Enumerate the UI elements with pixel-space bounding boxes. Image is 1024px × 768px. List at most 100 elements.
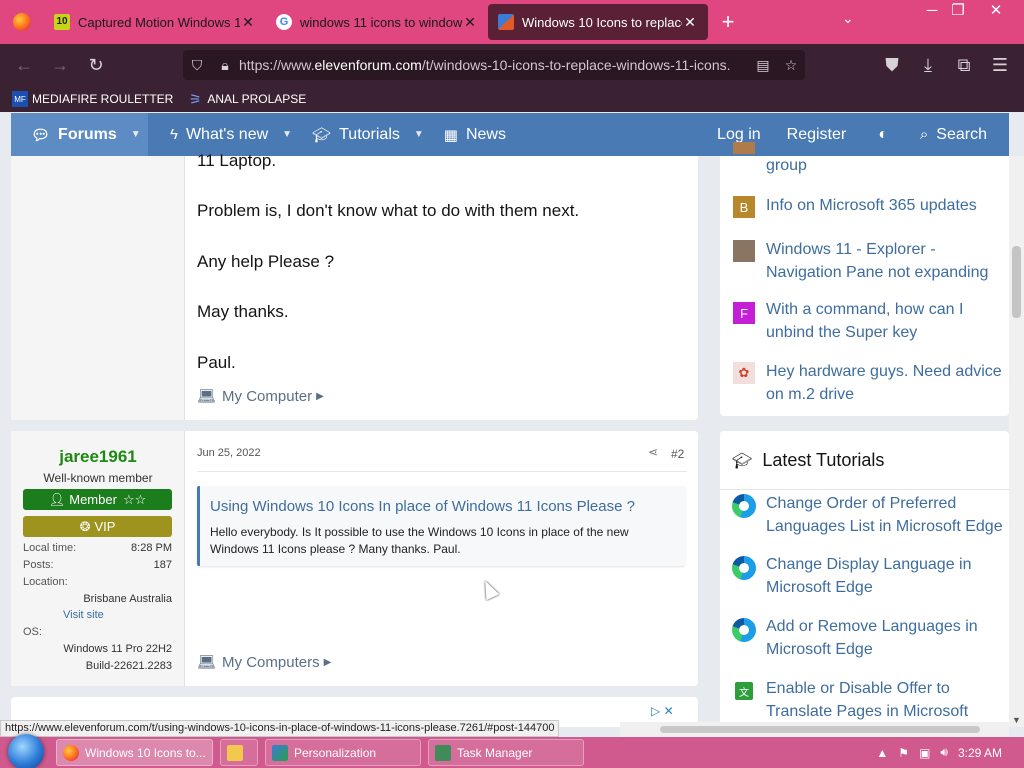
new-tab-button[interactable]: + — [708, 9, 748, 35]
scrollbar-thumb[interactable] — [1012, 246, 1021, 318]
latest-tutorials-header: 🎓︎ Latest Tutorials — [732, 450, 884, 471]
thread-title[interactable]: group — [766, 154, 1006, 177]
bookmarks-toolbar: MF MEDIAFIRE ROULETTER ⚞ ANAL PROLAPSE — [0, 86, 1024, 112]
shield-icon[interactable]: ⛉ — [183, 57, 211, 74]
task-manager-icon — [435, 744, 451, 761]
graduation-cap-icon: 🎓︎ — [312, 126, 332, 144]
taskbar-personalization[interactable]: Personalization — [265, 739, 421, 766]
post-message: 11 Laptop. Problem is, I don't know what… — [11, 151, 698, 420]
downloads-icon[interactable]: ⤓ — [910, 47, 946, 83]
url-prefix: https://www. — [239, 57, 315, 73]
back-icon[interactable]: ← — [6, 47, 42, 83]
reload-icon[interactable]: ↻ — [78, 47, 114, 83]
my-computers-toggle[interactable]: 💻︎ My Computers ▶ — [197, 653, 331, 672]
flag-icon[interactable]: ⚑ — [898, 746, 909, 760]
thread-title[interactable]: Hey hardware guys. Need advice on m.2 dr… — [766, 360, 1006, 406]
nav-forums[interactable]: 💬︎ Forums ▼ — [11, 113, 148, 156]
extensions-icon[interactable]: ⧉ — [946, 47, 982, 83]
caret-right-icon: ▶ — [316, 390, 324, 402]
tab-captured-motion[interactable]: 10 Captured Motion Windows 10 I ✕ — [44, 4, 266, 40]
pocket-icon[interactable]: ⛊ — [874, 47, 910, 83]
close-window-icon[interactable]: ✕ — [978, 0, 1014, 24]
bookmark-mediafire[interactable]: MF MEDIAFIRE ROULETTER — [12, 91, 173, 107]
network-icon[interactable]: ▣ — [919, 746, 930, 760]
thread-title[interactable]: Windows 11 - Explorer - Navigation Pane … — [766, 238, 1006, 284]
scroll-down-icon[interactable]: ▼ — [1009, 715, 1024, 725]
nav-tutorials[interactable]: 🎓︎ Tutorials ▼ — [302, 113, 434, 156]
elevenforum-favicon-icon — [498, 14, 514, 30]
site-navigation: 💬︎ Forums ▼ ϟ What's new ▼ 🎓︎ Tutorials … — [11, 113, 1009, 156]
visit-site-link[interactable]: Visit site — [63, 609, 212, 621]
my-computer-label: My Computer — [222, 387, 313, 405]
google-icon: G — [276, 14, 292, 30]
forward-icon[interactable]: → — [42, 47, 78, 83]
banner-label: Member — [69, 492, 117, 507]
taskbar-firefox[interactable]: Windows 10 Icons to... — [56, 739, 213, 766]
system-tray: ▲ ⚑ ▣ 🔊︎ 3:29 AM — [876, 737, 1024, 768]
bolt-icon: ϟ — [170, 126, 178, 143]
tab-close-icon[interactable]: ✕ — [682, 14, 698, 31]
start-button[interactable] — [8, 734, 44, 768]
reader-view-icon[interactable]: ▤ — [749, 57, 777, 74]
nav-whats-new[interactable]: ϟ What's new ▼ — [148, 113, 302, 156]
user-info-posts: Posts: 187 — [23, 559, 172, 573]
user-title: Well-known member — [43, 471, 153, 485]
scrollbar-thumb[interactable] — [660, 726, 980, 733]
panel-title: Latest Tutorials — [762, 450, 885, 470]
ad-choices-close-icon[interactable]: ▷ ✕ — [651, 704, 674, 718]
lock-icon[interactable]: 🔒︎ — [211, 57, 239, 74]
maximize-icon[interactable]: ❐ — [940, 0, 976, 24]
avatar: B — [733, 196, 755, 218]
firefox-menu-icon[interactable] — [0, 0, 44, 44]
tutorial-link[interactable]: Change Order of Preferred Languages List… — [766, 492, 1006, 538]
bookmark-second[interactable]: ⚞ ANAL PROLAPSE — [187, 91, 306, 107]
list-all-tabs-icon[interactable]: ⌄ — [842, 10, 854, 27]
username-link[interactable]: jaree1961 — [11, 447, 185, 467]
search-button[interactable]: ⌕ Search — [910, 113, 1009, 156]
tab-label: Windows 10 Icons to replace W — [522, 14, 682, 30]
info-label: Location: — [23, 576, 68, 588]
url-bar[interactable]: ⛉ 🔒︎ https://www.elevenforum.com/t/windo… — [183, 50, 805, 80]
bookmark-label: ANAL PROLAPSE — [207, 92, 307, 106]
volume-icon[interactable]: 🔊︎ — [940, 745, 948, 760]
url-text[interactable]: https://www.elevenforum.com/t/windows-10… — [239, 57, 749, 73]
taskbar-task-manager[interactable]: Task Manager — [428, 739, 584, 766]
thread-title[interactable]: With a command, how can I unbind the Sup… — [766, 298, 1006, 344]
navigation-toolbar: ← → ↻ ⛉ 🔒︎ https://www.elevenforum.com/t… — [0, 44, 1024, 86]
chevron-down-icon[interactable]: ▼ — [414, 129, 424, 140]
edge-icon — [732, 494, 756, 518]
thread-title[interactable]: Info on Microsoft 365 updates — [766, 194, 1006, 217]
show-hidden-icons-icon[interactable]: ▲ — [876, 746, 888, 760]
chevron-down-icon[interactable]: ▼ — [131, 129, 141, 140]
tab-strip: 10 Captured Motion Windows 10 I ✕ G wind… — [0, 0, 1024, 44]
url-path: /t/windows-10-icons-to-replace-windows-1… — [421, 57, 731, 73]
post-text-line: 11 Laptop. — [197, 151, 277, 170]
tutorial-link[interactable]: Change Display Language in Microsoft Edg… — [766, 553, 1006, 599]
linked-thread-preview[interactable]: Using Windows 10 Icons In place of Windo… — [197, 486, 685, 566]
latest-tutorials-panel: 🎓︎ Latest Tutorials Change Order of Pref… — [720, 431, 1009, 743]
vertical-scrollbar[interactable]: ▼ — [1009, 156, 1024, 727]
nav-news[interactable]: ▦ News — [434, 113, 516, 156]
tab-close-icon[interactable]: ✕ — [240, 14, 256, 31]
clock[interactable]: 3:29 AM — [958, 746, 1002, 760]
chevron-down-icon[interactable]: ▼ — [282, 129, 292, 140]
register-link[interactable]: Register — [771, 113, 857, 156]
linked-thread-title[interactable]: Using Windows 10 Icons In place of Windo… — [210, 498, 635, 515]
tab-close-icon[interactable]: ✕ — [462, 14, 478, 31]
tab-google-search[interactable]: G windows 11 icons to windows I ✕ — [266, 4, 488, 40]
post-date[interactable]: Jun 25, 2022 — [197, 447, 261, 459]
share-icon[interactable]: ⋖ — [648, 445, 658, 459]
bookmark-star-icon[interactable]: ☆ — [777, 57, 805, 74]
taskbar-file-explorer[interactable] — [220, 739, 258, 766]
horizontal-scrollbar[interactable] — [620, 722, 1009, 737]
user-icon: 👤︎ — [48, 491, 66, 507]
my-computer-toggle[interactable]: 💻︎ My Computer ▶ — [197, 387, 324, 406]
tutorial-link[interactable]: Add or Remove Languages in Microsoft Edg… — [766, 615, 1006, 661]
edge-icon — [732, 556, 756, 580]
theme-toggle-icon[interactable]: ◐ — [856, 113, 910, 156]
tab-label: Captured Motion Windows 10 I — [78, 14, 240, 30]
tab-active-elevenforum[interactable]: Windows 10 Icons to replace W ✕ — [488, 4, 708, 40]
menu-icon[interactable]: ☰ — [982, 47, 1018, 83]
post-number[interactable]: #2 — [671, 447, 684, 461]
linked-thread-snippet: Hello everybody. Is It possible to use t… — [210, 525, 629, 556]
